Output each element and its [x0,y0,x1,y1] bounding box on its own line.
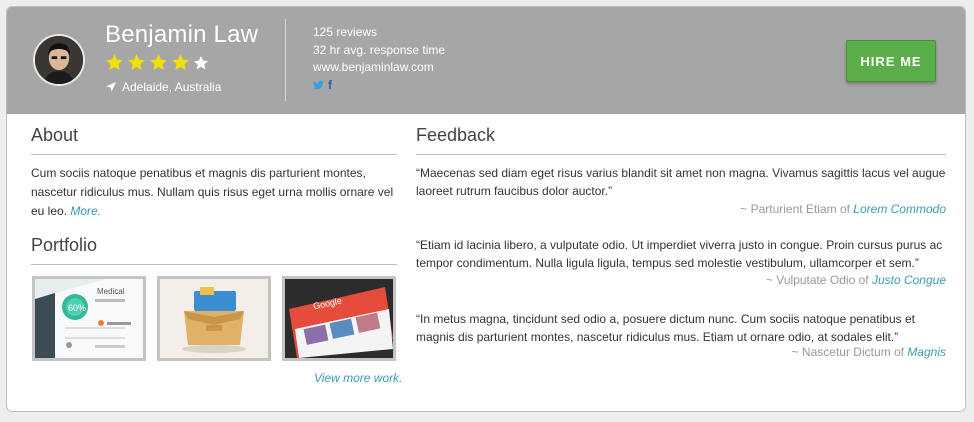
feedback-author: ~ Parturient Etiam of [740,202,850,216]
reviews-count[interactable]: 125 reviews [313,24,445,42]
social-links: f [313,79,445,91]
hire-me-button[interactable]: HIRE ME [846,40,936,82]
feedback-attribution: ~ Vulputate Odio of Justo Congue [766,273,946,287]
facebook-icon[interactable]: f [328,79,332,91]
profile-header: Benjamin Law Adelaide, Australia 125 rev… [7,7,965,114]
feedback-company-link[interactable]: Magnis [907,345,946,359]
feedback-author: ~ Vulputate Odio of [765,273,869,287]
star-filled-icon [106,54,123,71]
feedback-company-link[interactable]: Justo Congue [872,273,946,287]
avatar-image [35,36,83,84]
profile-name: Benjamin Law [105,21,259,48]
response-time: 32 hr avg. response time [313,42,446,57]
feedback-quote: “In metus magna, tincidunt sed odio a, p… [416,312,915,344]
feedback-company-link[interactable]: Lorem Commodo [853,202,946,216]
star-filled-icon [128,54,145,71]
portfolio-thumb-box[interactable] [157,276,271,361]
portfolio-title: Portfolio [31,235,98,255]
feedback-quote: “Maecenas sed diam eget risus varius bla… [416,166,946,198]
feedback-rule [416,154,946,155]
twitter-icon[interactable] [313,79,324,90]
portfolio-thumb-caption: Medical [97,287,125,296]
star-empty-icon [194,56,208,70]
feedback-attribution: ~ Nascetur Dictum of Magnis [792,345,946,359]
location-arrow-icon [106,82,116,92]
rating-stars [105,53,209,72]
about-more-link[interactable]: More. [70,204,101,218]
about-rule [31,154,397,155]
portfolio-rule [31,264,397,265]
header-divider [285,19,286,101]
feedback-quote: “Etiam id lacinia libero, a vulputate od… [416,238,943,270]
portfolio-gallery: 60% Medical Google [32,276,396,361]
view-more-work-link[interactable]: View more work. [314,371,402,385]
avatar[interactable] [33,34,85,86]
star-filled-icon [150,54,167,71]
portfolio-thumb-medical[interactable]: 60% Medical [32,276,146,361]
website-link[interactable]: www.benjaminlaw.com [313,59,445,77]
feedback-author: ~ Nascetur Dictum of [791,345,904,359]
location-text: Adelaide, Australia [122,80,222,94]
profile-card: Benjamin Law Adelaide, Australia 125 rev… [6,6,966,412]
feedback-attribution: ~ Parturient Etiam of Lorem Commodo [740,202,946,216]
about-title: About [31,125,79,145]
location: Adelaide, Australia [106,80,221,94]
profile-stats: 125 reviews 32 hr avg. response time www… [313,24,445,91]
about-text-block: Cum sociis natoque penatibus et magnis d… [31,164,399,221]
feedback-title: Feedback [416,125,496,145]
portfolio-thumb-badge: 60% [68,303,86,313]
portfolio-thumb-google[interactable]: Google [282,276,396,361]
star-filled-icon [172,54,189,71]
